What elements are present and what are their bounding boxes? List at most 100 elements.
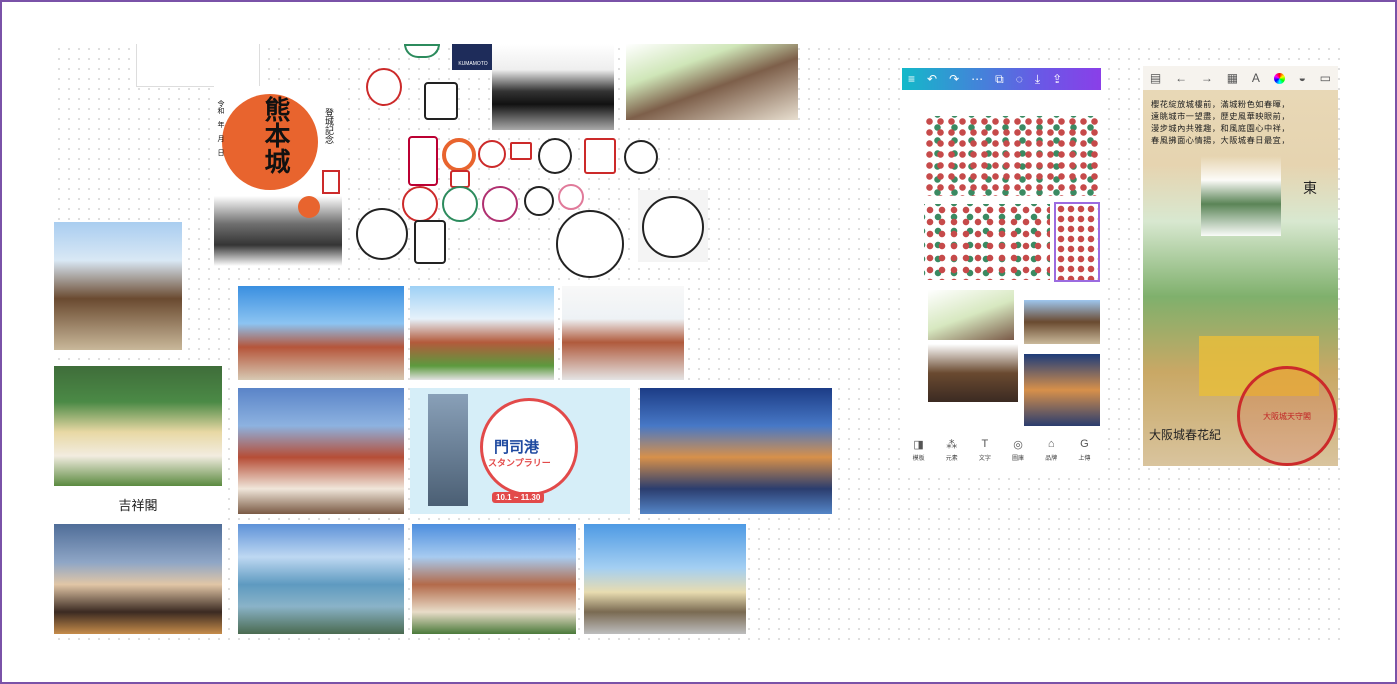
poem-text: 櫻花綻放城樓前，滿城粉色如春暉， 遠眺城市一望盡，歷史風華映眼前， 漫步城內共雅…: [1151, 98, 1331, 146]
thumb-night-building[interactable]: [1024, 354, 1100, 426]
mojiko-station-photo[interactable]: [584, 524, 746, 634]
mobile-editor-window[interactable]: ≡ ↶ ↷ ⋯ ⧉ ◌ ⤓ ⇪ ◨ 模板 ⁂ 元素 T 文字 ◎ 圖庫 ⌂ 品牌 G 上傳: [902, 68, 1101, 473]
castle-ink-drawing: [214, 196, 342, 266]
undo-icon[interactable]: ←: [1175, 71, 1187, 85]
stamp: [642, 196, 704, 258]
red-brick-building-2[interactable]: [410, 286, 554, 380]
tool-brand[interactable]: ⌂ 品牌: [1045, 438, 1057, 462]
camera-icon: ◎: [1013, 439, 1023, 451]
stamp: [558, 184, 584, 210]
promo-dates: 10.1 ~ 11.30: [492, 492, 545, 503]
red-stamp-square: [322, 170, 340, 194]
hotel-logo-card[interactable]: 吉祥閣: [54, 486, 222, 522]
thumb-night-temple[interactable]: [928, 344, 1018, 402]
promo-subtitle: スタンプラリー: [488, 459, 551, 469]
tool-template[interactable]: ◨ 模板: [913, 438, 925, 462]
copy-icon[interactable]: ⧉: [995, 68, 1004, 90]
color-wheel-icon[interactable]: [1273, 72, 1285, 84]
station-night-photo[interactable]: [54, 524, 222, 634]
stamp: [478, 140, 506, 168]
seal-text: 大阪城天守閣: [1263, 411, 1311, 421]
poem-line: 漫步城內共雅趣，和風庭園心中祥，: [1151, 123, 1291, 133]
kumamoto-castle-goshuin[interactable]: 熊本城 登城記念 令和 年 月 日: [214, 86, 342, 266]
frame-icon[interactable]: ▭: [1320, 71, 1331, 85]
stamp: [442, 186, 478, 222]
redo-icon[interactable]: →: [1201, 71, 1213, 85]
timber-house-photo[interactable]: [412, 524, 576, 634]
tool-text[interactable]: T 文字: [979, 438, 991, 462]
template-icon: ◨: [913, 439, 924, 451]
orange-flower: [298, 196, 320, 218]
thumb-watercolor[interactable]: [928, 290, 1014, 340]
goshuin-side-text: 登城記念: [323, 108, 333, 144]
stamp: [408, 136, 438, 186]
undo-icon[interactable]: ↶: [927, 68, 937, 90]
promo-title: 門司港: [494, 438, 540, 456]
artwork-editor-window[interactable]: ▤ ← → ▦ A ◒ ▭ 櫻花綻放城樓前，滿城粉色如春暉， 遠眺城市一望盡，歷…: [1143, 66, 1338, 466]
text-icon: T: [981, 438, 989, 450]
tool-upload[interactable]: G 上傳: [1078, 438, 1090, 462]
night-reflection-building[interactable]: [640, 388, 832, 514]
comment-icon[interactable]: ◌: [1016, 68, 1023, 90]
red-brick-building-3[interactable]: [562, 286, 684, 380]
kumamoto-logo-block: KUMAMOTO: [452, 44, 494, 70]
stamp-grid-page-2[interactable]: [924, 204, 1050, 280]
tower-image: [428, 394, 468, 506]
brand-icon: ⌂: [1047, 438, 1055, 450]
redo-icon[interactable]: ↷: [949, 68, 959, 90]
tool-label: 模板: [912, 456, 925, 462]
stamp: [624, 140, 658, 174]
selected-stamp-page[interactable]: [1054, 202, 1100, 282]
more-icon[interactable]: ⋯: [971, 68, 983, 90]
bay-view-photo[interactable]: [238, 524, 404, 634]
tool-elements[interactable]: ⁂ 元素: [946, 438, 958, 462]
temple-building-photo[interactable]: [54, 222, 182, 350]
download-icon[interactable]: ⤓: [1035, 68, 1040, 90]
tool-label: 品牌: [1045, 456, 1058, 462]
stamp: [366, 68, 402, 106]
goshuin-title: 熊本城: [260, 96, 290, 174]
layout-icon[interactable]: ▤: [1150, 71, 1161, 85]
stamp: [414, 220, 446, 264]
poem-line: 春風拂面心情揚，大阪城春日最宜，: [1151, 135, 1291, 145]
side-character: 東: [1303, 181, 1317, 197]
red-seal-stamp: 大阪城天守閣: [1237, 366, 1337, 466]
tool-label: 元素: [945, 456, 958, 462]
castle-photo[interactable]: [492, 44, 614, 130]
tool-label: 文字: [978, 456, 991, 462]
mobile-bottom-toolbar: ◨ 模板 ⁂ 元素 T 文字 ◎ 圖庫 ⌂ 品牌 G 上傳: [902, 438, 1101, 473]
stamp: [510, 142, 532, 160]
blank-card[interactable]: [136, 44, 260, 87]
menu-icon[interactable]: ≡: [908, 68, 915, 90]
layers-icon[interactable]: ◒: [1299, 71, 1306, 85]
osaka-castle-drawing: [1201, 156, 1281, 236]
artwork-editor-toolbar: ▤ ← → ▦ A ◒ ▭: [1143, 66, 1338, 90]
logo-text: KUMAMOTO: [458, 61, 488, 67]
thumb-temple[interactable]: [1024, 300, 1100, 344]
gothic-brick-house[interactable]: [238, 388, 404, 514]
stamp: [356, 208, 408, 260]
stamp: [482, 186, 518, 222]
stamp-grid-page-1[interactable]: [924, 116, 1100, 196]
artwork-caption: 大阪城春花紀: [1149, 428, 1222, 442]
stamp: [584, 138, 616, 174]
hotel-photo[interactable]: [54, 366, 222, 486]
watercolor-street[interactable]: [626, 44, 798, 120]
share-icon[interactable]: ⇪: [1052, 68, 1062, 90]
mobile-editor-toolbar: ≡ ↶ ↷ ⋯ ⧉ ◌ ⤓ ⇪: [902, 68, 1101, 90]
stamp: [404, 44, 440, 58]
tool-label: 圖庫: [1012, 456, 1025, 462]
stamp: [424, 82, 458, 120]
grid-icon[interactable]: ▦: [1227, 71, 1238, 85]
stamp: [538, 138, 572, 174]
red-brick-building-1[interactable]: [238, 286, 404, 380]
tool-photos[interactable]: ◎ 圖庫: [1012, 438, 1024, 462]
tool-label: 上傳: [1078, 456, 1091, 462]
hotel-name: 吉祥閣: [118, 498, 158, 514]
text-style-icon[interactable]: A: [1252, 71, 1260, 85]
stamp: [556, 210, 624, 278]
poem-line: 遠眺城市一望盡，歷史風華映眼前，: [1151, 111, 1291, 121]
mojiko-stamp-rally-promo[interactable]: 門司港 スタンプラリー 10.1 ~ 11.30: [410, 388, 630, 514]
stamp: [524, 186, 554, 216]
stamp: [402, 186, 438, 222]
